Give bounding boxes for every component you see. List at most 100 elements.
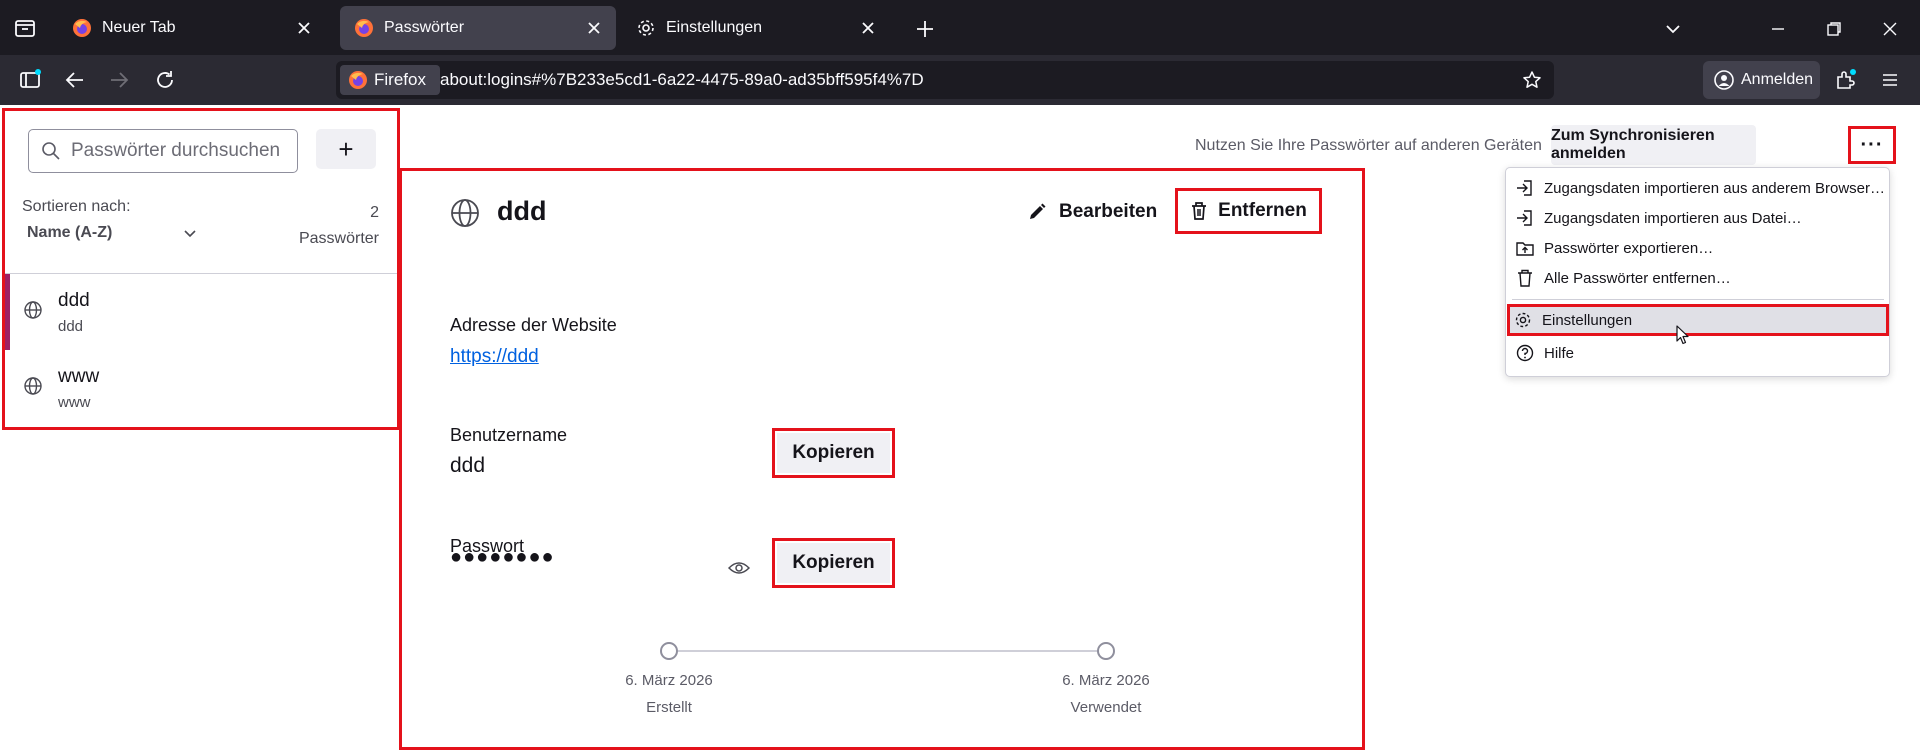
app-menu-button[interactable]: [1876, 66, 1904, 94]
tab-passwoerter[interactable]: Passwörter: [340, 6, 616, 50]
menu-item-label: Zugangsdaten importieren aus anderem Bro…: [1544, 179, 1886, 197]
created-date: 6. März 2026: [625, 672, 713, 689]
close-icon[interactable]: [858, 18, 878, 38]
login-list-item[interactable]: www www: [5, 350, 397, 426]
search-icon: [42, 142, 60, 160]
mouse-cursor-icon: [1676, 325, 1689, 345]
identity-label: Firefox: [374, 70, 426, 89]
edit-label: Bearbeiten: [1059, 201, 1158, 222]
sort-value: Name (A-Z): [27, 224, 113, 241]
restore-icon: [1827, 22, 1841, 36]
website-link[interactable]: https://ddd: [450, 346, 539, 368]
globe-icon: [24, 377, 42, 395]
remove-label: Entfernen: [1218, 200, 1307, 221]
firefox-logo-icon: [355, 19, 373, 37]
close-icon[interactable]: [294, 18, 314, 38]
tab-strip: Neuer Tab Passwörter Einstellungen: [0, 0, 1920, 55]
firefox-logo-icon: [73, 19, 91, 37]
login-username: www: [58, 394, 91, 411]
minimize-button[interactable]: [1765, 16, 1791, 42]
login-count-number: 2: [370, 204, 379, 221]
close-window-button[interactable]: [1877, 16, 1903, 42]
reload-button[interactable]: [151, 66, 179, 94]
username-label: Benutzername: [450, 425, 568, 445]
login-username: ddd: [58, 318, 84, 335]
login-title: ddd: [58, 290, 90, 311]
menu-item-label: Alle Passwörter entfernen…: [1544, 269, 1731, 287]
timeline-dot-used: [1097, 642, 1115, 660]
more-icon: ···: [1860, 133, 1884, 156]
sync-promo-text: Nutzen Sie Ihre Passwörter auf anderen G…: [1195, 137, 1542, 154]
gear-icon: [638, 20, 654, 36]
reload-icon: [157, 71, 173, 88]
firefox-logo-icon: [349, 71, 367, 89]
password-value: ●●●●●●●●: [450, 546, 555, 568]
globe-icon: [451, 199, 479, 227]
plus-icon: [917, 21, 933, 37]
remove-button[interactable]: Entfernen: [1175, 188, 1322, 234]
username-value: ddd: [450, 454, 486, 477]
url-text[interactable]: about:logins#%7B233e5cd1-6a22-4475-89a0-…: [440, 70, 924, 90]
firefox-view-icon: [15, 20, 35, 37]
arrow-left-icon: [65, 72, 83, 88]
menu-item-export[interactable]: Passwörter exportieren…: [1512, 234, 1884, 262]
sync-signin-button[interactable]: Zum Synchronisieren anmelden: [1551, 125, 1756, 165]
menu-item-settings[interactable]: Einstellungen: [1507, 304, 1889, 336]
add-login-button[interactable]: +: [316, 129, 376, 169]
copy-label: Kopieren: [777, 433, 890, 473]
tab-label: Neuer Tab: [102, 19, 176, 36]
eye-icon[interactable]: [728, 560, 750, 576]
extensions-button[interactable]: [1831, 66, 1859, 94]
navigation-toolbar: Firefox about:logins#%7B233e5cd1-6a22-44…: [0, 55, 1920, 105]
pencil-icon: [1030, 203, 1046, 219]
back-button[interactable]: [61, 66, 89, 94]
sort-label: Sortieren nach:: [22, 198, 131, 215]
search-field[interactable]: [28, 129, 298, 173]
tab-label: Einstellungen: [666, 19, 763, 36]
list-all-tabs-button[interactable]: [1660, 16, 1686, 42]
url-bar[interactable]: Firefox about:logins#%7B233e5cd1-6a22-44…: [336, 61, 1554, 99]
sidebar-toggle-button[interactable]: [16, 66, 44, 94]
import-icon: [1517, 210, 1532, 226]
menu-separator: [1512, 299, 1884, 300]
menu-item-remove-all[interactable]: Alle Passwörter entfernen…: [1512, 264, 1884, 292]
trash-icon: [1192, 202, 1207, 220]
tab-neuer-tab[interactable]: Neuer Tab: [58, 6, 326, 50]
signin-label: Anmelden: [1741, 71, 1814, 88]
menu-item-label: Passwörter exportieren…: [1544, 239, 1714, 257]
restore-button[interactable]: [1821, 16, 1847, 42]
puzzle-icon: [1837, 69, 1856, 89]
account-signin-button[interactable]: Anmelden: [1703, 61, 1820, 99]
copy-password-button[interactable]: Kopieren: [772, 538, 895, 588]
menu-item-help[interactable]: Hilfe: [1512, 339, 1884, 367]
firefox-view-button[interactable]: [12, 15, 38, 41]
edit-button[interactable]: Bearbeiten: [1027, 194, 1157, 230]
login-list-item[interactable]: ddd ddd: [5, 274, 397, 350]
plus-icon: +: [338, 133, 354, 164]
copy-username-button[interactable]: Kopieren: [772, 428, 895, 478]
new-tab-button[interactable]: [912, 16, 938, 42]
close-icon: [1883, 22, 1897, 36]
close-icon[interactable]: [584, 18, 604, 38]
tab-einstellungen[interactable]: Einstellungen: [622, 6, 890, 50]
sidebar-icon: [20, 69, 41, 88]
more-options-button[interactable]: ···: [1848, 126, 1896, 164]
bookmark-star-icon[interactable]: [1522, 70, 1542, 90]
login-count: 2 Passwörter: [299, 204, 379, 248]
search-input[interactable]: [71, 140, 291, 162]
menu-item-import-browser[interactable]: Zugangsdaten importieren aus anderem Bro…: [1512, 174, 1886, 202]
menu-item-label: Einstellungen: [1542, 311, 1633, 329]
login-count-label: Passwörter: [298, 230, 379, 247]
chevron-down-icon: [1666, 25, 1680, 34]
minimize-icon: [1772, 28, 1784, 30]
login-detail-panel: ddd Bearbeiten Entfernen Adresse der Web…: [399, 168, 1365, 750]
tab-label: Passwörter: [384, 19, 465, 36]
forward-button[interactable]: [105, 66, 133, 94]
login-detail-title: ddd: [497, 196, 547, 226]
identity-box[interactable]: Firefox: [340, 65, 440, 95]
used-label: Verwendet: [1070, 699, 1142, 716]
menu-item-import-file[interactable]: Zugangsdaten importieren aus Datei…: [1512, 204, 1884, 232]
sort-select[interactable]: Name (A-Z): [27, 224, 197, 242]
hamburger-icon: [1883, 74, 1897, 86]
help-icon: [1516, 344, 1534, 362]
